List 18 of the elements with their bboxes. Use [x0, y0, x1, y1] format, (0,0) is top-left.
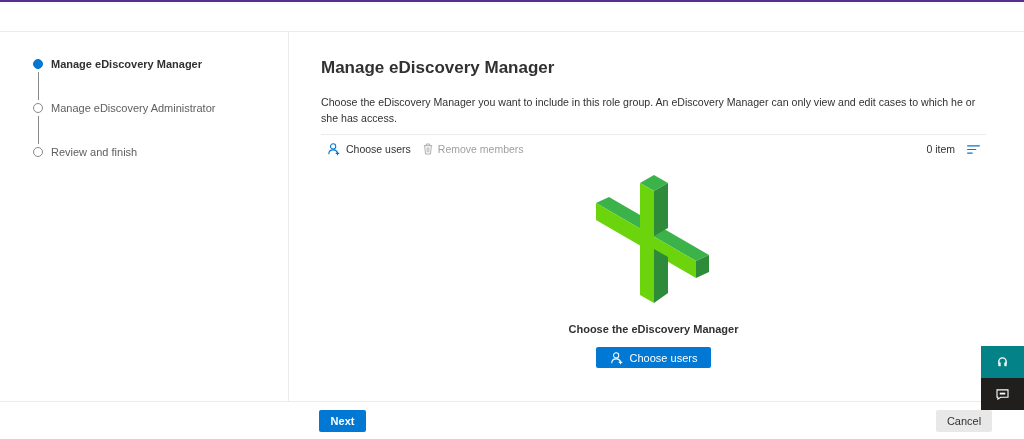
next-button[interactable]: Next — [319, 410, 366, 432]
empty-state-heading: Choose the eDiscovery Manager — [568, 323, 739, 335]
feedback-button[interactable] — [981, 378, 1024, 410]
step-label[interactable]: Review and finish — [51, 146, 138, 158]
chat-icon — [996, 388, 1009, 400]
person-add-icon — [327, 142, 341, 156]
choose-users-button[interactable]: Choose users — [327, 142, 411, 156]
description: Choose the eDiscovery Manager you want to include in this role group. An eDiscovery Manager can only view and edit cases to which he or she has access. — [321, 95, 977, 126]
step-label[interactable]: Manage eDiscovery Manager — [51, 58, 202, 70]
item-count: 0 item — [926, 143, 955, 155]
page-title: Manage eDiscovery Manager — [321, 58, 556, 78]
choose-users-button[interactable]: Choose users — [595, 347, 712, 368]
person-add-icon — [609, 350, 624, 365]
cancel-button[interactable]: Cancel — [936, 410, 992, 432]
step-label[interactable]: Manage eDiscovery Administrator — [51, 102, 216, 114]
headset-icon — [997, 356, 1008, 368]
trash-icon — [422, 143, 433, 155]
sort-icon[interactable] — [967, 144, 980, 154]
